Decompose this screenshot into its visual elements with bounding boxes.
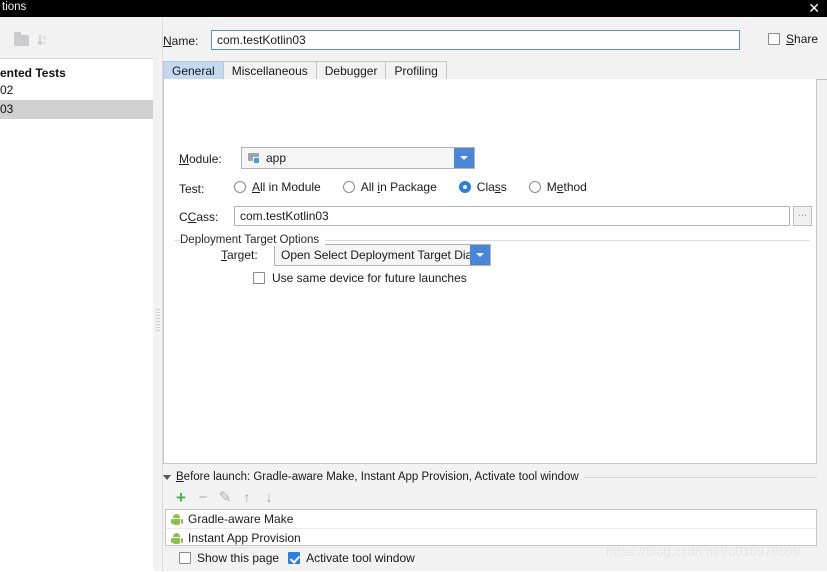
svg-text:z: z bbox=[43, 41, 46, 47]
radio-class[interactable]: Class bbox=[458, 180, 507, 194]
android-icon bbox=[170, 513, 183, 525]
target-combobox[interactable]: Open Select Deployment Target Dialog bbox=[274, 244, 491, 266]
share-checkbox[interactable]: Share bbox=[768, 32, 818, 46]
header-divider bbox=[583, 476, 817, 478]
radio-all-in-package-label: All in Package bbox=[360, 180, 437, 194]
list-item[interactable]: Gradle-aware Make bbox=[166, 510, 816, 529]
target-label-mnemonic: T bbox=[221, 248, 227, 262]
before-launch-label: Before launch: Gradle-aware Make, Instan… bbox=[176, 471, 579, 483]
collapse-triangle-icon[interactable] bbox=[163, 474, 171, 480]
remove-task-button[interactable]: − bbox=[193, 488, 213, 506]
general-tab-panel: Module: app Test: All in Module All in P… bbox=[163, 79, 817, 464]
radio-all-in-module-label: All in Module bbox=[252, 180, 321, 194]
module-combobox[interactable]: app bbox=[241, 147, 475, 169]
list-item[interactable]: Instant App Provision bbox=[166, 529, 816, 548]
configurations-sidebar: a z ented Tests 02 03 bbox=[0, 17, 155, 572]
use-same-device-checkbox[interactable]: Use same device for future launches bbox=[253, 271, 467, 285]
tab-profiling[interactable]: Profiling bbox=[386, 61, 447, 79]
name-input[interactable] bbox=[211, 30, 740, 50]
radio-method-button[interactable] bbox=[528, 181, 541, 193]
show-this-page-checkbox[interactable]: Show this page bbox=[179, 551, 279, 565]
module-combobox-value-wrap: app bbox=[242, 151, 286, 165]
editor-tabs[interactable]: General Miscellaneous Debugger Profiling bbox=[163, 60, 827, 80]
show-this-page-label: Show this page bbox=[197, 551, 280, 565]
android-module-icon bbox=[248, 152, 261, 164]
tab-miscellaneous[interactable]: Miscellaneous bbox=[223, 61, 317, 79]
tab-general[interactable]: General bbox=[163, 61, 224, 79]
close-icon[interactable]: ✕ bbox=[808, 0, 820, 17]
radio-method-label: Method bbox=[546, 180, 587, 194]
add-task-button[interactable]: + bbox=[171, 488, 191, 506]
task-label: Instant App Provision bbox=[188, 531, 301, 545]
sidebar-toolbar: a z bbox=[0, 26, 154, 54]
activate-tool-window-checkbox[interactable]: Activate tool window bbox=[288, 551, 415, 565]
before-launch-mnemonic: B bbox=[176, 471, 184, 483]
browse-class-button[interactable]: ... bbox=[793, 206, 812, 226]
configuration-editor: Name: Share General Miscellaneous Debugg… bbox=[163, 17, 827, 571]
share-checkbox-label: Share bbox=[786, 32, 819, 46]
name-label: Name: bbox=[163, 34, 199, 48]
use-same-device-checkbox-box[interactable] bbox=[253, 272, 265, 284]
test-label: Test: bbox=[179, 182, 205, 196]
chevron-down-icon[interactable] bbox=[454, 148, 474, 168]
class-label: CCass: bbox=[179, 210, 219, 224]
radio-class-label: Class bbox=[476, 180, 507, 194]
activate-tool-window-label: Activate tool window bbox=[306, 551, 415, 565]
android-icon bbox=[170, 532, 183, 544]
use-same-device-label: Use same device for future launches bbox=[272, 271, 467, 285]
name-row: Name: Share bbox=[163, 30, 827, 52]
test-scope-radio-group[interactable]: All in Module All in Package Class Metho… bbox=[234, 180, 609, 194]
move-down-button[interactable]: ↓ bbox=[259, 488, 279, 506]
radio-method[interactable]: Method bbox=[528, 180, 587, 194]
move-up-button[interactable]: ↑ bbox=[237, 488, 257, 506]
module-label-mnemonic: M bbox=[179, 152, 189, 166]
configuration-tree[interactable]: ented Tests 02 03 bbox=[0, 58, 153, 572]
edit-task-button[interactable]: ✎ bbox=[215, 488, 235, 506]
share-label-mnemonic: S bbox=[786, 32, 795, 46]
panel-splitter[interactable] bbox=[154, 17, 163, 571]
radio-all-in-package-button[interactable] bbox=[342, 181, 355, 193]
list-item[interactable]: 02 bbox=[0, 81, 153, 100]
name-label-mnemonic: N bbox=[163, 34, 172, 48]
splitter-grip[interactable] bbox=[156, 309, 160, 331]
radio-all-in-module-button[interactable] bbox=[234, 181, 246, 193]
deployment-target-options-title: Deployment Target Options bbox=[180, 234, 326, 246]
before-launch-header: Before launch: Gradle-aware Make, Instan… bbox=[163, 471, 817, 483]
config-group-header: ented Tests bbox=[0, 66, 66, 80]
module-combobox-value: app bbox=[266, 151, 287, 165]
show-this-page-checkbox-box[interactable] bbox=[179, 552, 191, 564]
footer-options: Show this page Activate tool window bbox=[179, 551, 415, 565]
tab-debugger[interactable]: Debugger bbox=[316, 61, 387, 79]
window-title: tions bbox=[2, 1, 27, 13]
list-item[interactable]: 03 bbox=[0, 100, 153, 119]
folder-icon[interactable] bbox=[10, 30, 32, 50]
task-label: Gradle-aware Make bbox=[188, 512, 294, 526]
before-launch-task-list[interactable]: Gradle-aware Make Instant App Provision bbox=[165, 509, 817, 548]
class-label-mnemonic: C bbox=[187, 210, 197, 224]
window-title-bar: tions ✕ bbox=[0, 0, 827, 17]
sort-alphabetically-icon[interactable]: a z bbox=[32, 30, 54, 50]
class-input[interactable] bbox=[234, 206, 790, 226]
before-launch-toolbar[interactable]: + − ✎ ↑ ↓ bbox=[165, 487, 817, 507]
radio-all-in-module[interactable]: All in Module bbox=[234, 180, 321, 194]
module-label: Module: bbox=[179, 152, 222, 166]
activate-tool-window-checkbox-box[interactable] bbox=[288, 552, 301, 564]
radio-class-button[interactable] bbox=[458, 181, 471, 193]
radio-all-in-package[interactable]: All in Package bbox=[342, 180, 437, 194]
share-checkbox-box[interactable] bbox=[768, 33, 780, 45]
target-combobox-value: Open Select Deployment Target Dialog bbox=[281, 248, 489, 262]
target-label: Target: bbox=[221, 248, 258, 262]
chevron-down-icon[interactable] bbox=[470, 245, 490, 265]
